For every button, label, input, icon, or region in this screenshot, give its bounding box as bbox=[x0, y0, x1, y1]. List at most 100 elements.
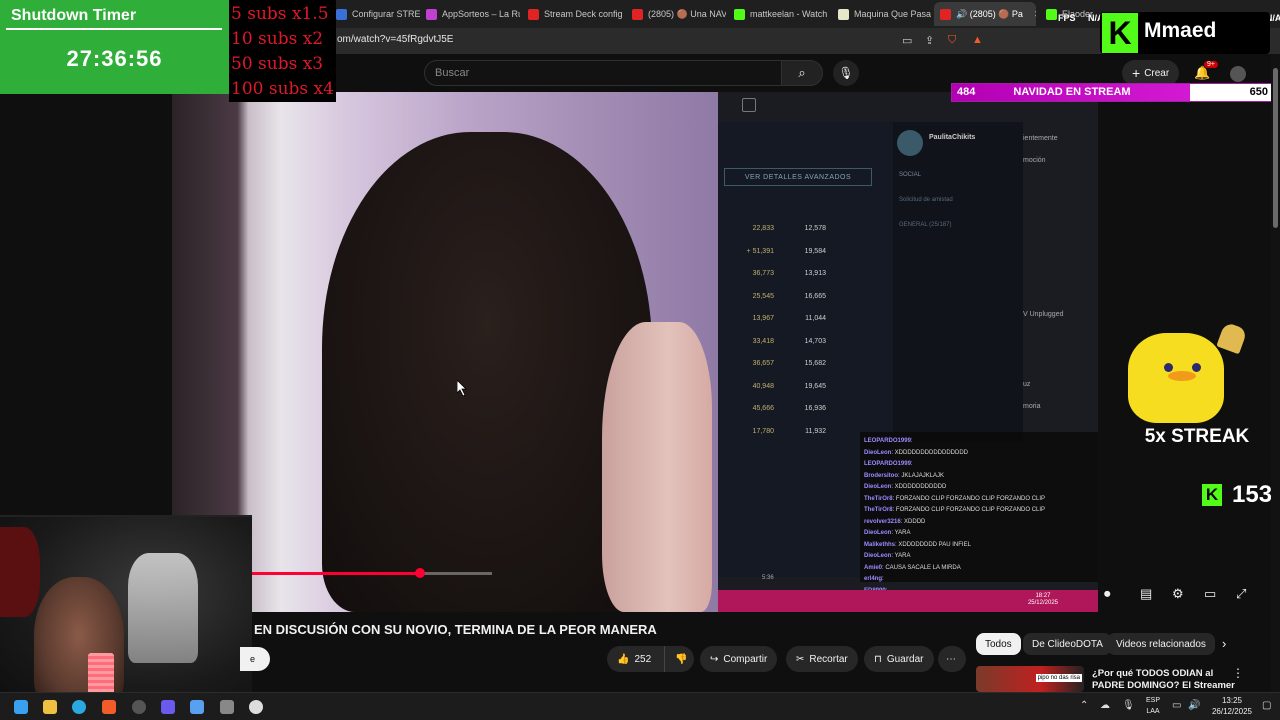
friends-panel: PaulitaChikits SOCIAL Solicitud de amist… bbox=[893, 122, 1023, 442]
browser-tab[interactable]: Stream Deck config bbox=[522, 2, 622, 26]
telegram-icon[interactable] bbox=[72, 700, 86, 714]
tab-favicon-icon bbox=[940, 8, 951, 20]
clip-button[interactable]: ✂ Recortar bbox=[786, 646, 858, 672]
search-input[interactable]: Buscar bbox=[424, 60, 782, 86]
chat-text: : FORZANDO CLIP FORZANDO CLIP FORZANDO C… bbox=[892, 495, 1046, 502]
more-actions-button[interactable]: ⋯ bbox=[938, 646, 966, 672]
browser-tab[interactable]: Configurar STREAM bbox=[330, 2, 420, 26]
chat-username: TheTirOr8 bbox=[864, 495, 893, 502]
share-button[interactable]: ↪ Compartir bbox=[700, 646, 778, 672]
browser-tab[interactable]: mattkeelan - Watch bbox=[728, 2, 828, 26]
more-icon: ⋯ bbox=[946, 653, 956, 665]
share-page-icon[interactable]: ⇪ bbox=[925, 34, 934, 47]
kick-count-value: 153 bbox=[1232, 481, 1273, 508]
stat-value: 25,545 bbox=[752, 292, 774, 300]
browser-tab[interactable]: AppSorteos – La Ru bbox=[420, 2, 520, 26]
browser-tab[interactable]: Maquina Que Pasa bbox=[832, 2, 932, 26]
chat-username: TheTirOr8 bbox=[864, 507, 893, 513]
time-label: 5:36 bbox=[762, 575, 774, 581]
page-scrollbar[interactable] bbox=[1271, 54, 1280, 692]
video-player[interactable]: VER DETALLES AVANZADOS 22,833 + 51,391 36,… bbox=[172, 92, 1098, 612]
recommended-title: ¿Por qué TODOS ODIAN al PADRE DOMINGO? E… bbox=[1092, 668, 1235, 691]
install-app-icon[interactable]: ▭ bbox=[902, 34, 912, 47]
mic-tray-icon[interactable]: 🎙 bbox=[1122, 700, 1135, 711]
scrollbar-thumb[interactable] bbox=[1273, 68, 1278, 228]
app-icon[interactable] bbox=[220, 700, 234, 714]
timer-title: Shutdown Timer bbox=[11, 7, 137, 24]
recommended-video[interactable]: pipo no das risa ¿Por qué TODOS ODIAN al… bbox=[976, 662, 1266, 692]
fullscreen-icon[interactable]: ⤢ bbox=[1236, 586, 1246, 602]
like-button[interactable]: 👍 252 bbox=[607, 646, 665, 672]
stat-value: 12,578 bbox=[804, 225, 826, 232]
subscribe-button[interactable]: e bbox=[240, 647, 270, 671]
chat-message: DieoLeon: YARA bbox=[864, 528, 1094, 540]
progress-scrubber[interactable] bbox=[415, 568, 425, 578]
streak-label: 5x STREAK bbox=[1144, 426, 1250, 447]
chip-related[interactable]: Videos relacionados bbox=[1107, 633, 1215, 655]
inner-taskbar: 18:27 25/12/2025 bbox=[718, 590, 1098, 612]
file-explorer-icon[interactable] bbox=[43, 700, 57, 714]
search-button[interactable]: ⌕ bbox=[781, 60, 823, 86]
chat-message: Amie0: CAUSA SACALE LA MIRDA bbox=[864, 563, 1094, 575]
obs-icon[interactable] bbox=[132, 700, 146, 714]
network-icon[interactable]: ▭ bbox=[1172, 700, 1181, 711]
onedrive-icon[interactable]: ☁ bbox=[1100, 700, 1110, 711]
progress-fill bbox=[252, 572, 420, 575]
timer-divider bbox=[6, 28, 222, 30]
theater-mode-icon[interactable]: ▭ bbox=[1204, 586, 1216, 602]
notification-center-icon[interactable]: ▢ bbox=[1262, 700, 1271, 711]
brave-icon[interactable] bbox=[102, 700, 116, 714]
thumbnail-caption: pipo no das risa bbox=[1035, 674, 1082, 682]
stat-value: 14,703 bbox=[804, 337, 826, 345]
settings-gear-icon[interactable]: ⚙ bbox=[1172, 586, 1184, 602]
goal-title: NAVIDAD EN STREAM bbox=[1013, 86, 1131, 98]
chat-text: : XDDDDDDDDDDD bbox=[891, 484, 947, 490]
discord-icon[interactable] bbox=[161, 700, 175, 714]
start-icon[interactable] bbox=[14, 700, 28, 714]
voice-search-button[interactable]: 🎙 bbox=[833, 60, 859, 86]
subs-rule: 100 subs x4 bbox=[231, 79, 334, 99]
avatar[interactable] bbox=[1230, 66, 1246, 82]
chat-text: : bbox=[910, 461, 913, 467]
advanced-details-button: VER DETALLES AVANZADOS bbox=[724, 168, 872, 186]
chat-text: : XDDDDDDDD PAU INFIEL bbox=[895, 541, 971, 548]
side-label: moria bbox=[1023, 403, 1041, 410]
autoplay-toggle[interactable]: ⏺ bbox=[1104, 586, 1111, 602]
dislike-button[interactable]: 👎 bbox=[664, 646, 694, 672]
miniplayer-icon bbox=[742, 98, 756, 112]
stream-chat-overlay: LEOPARDO1999: DieoLeon: XDDDDDDDDDDDDDDDD… bbox=[860, 432, 1098, 605]
chip-channel[interactable]: De ClideoDOTA bbox=[1023, 633, 1112, 655]
stat-value: 36,773 bbox=[752, 270, 774, 277]
brave-shield-icon[interactable]: ⛉ bbox=[948, 34, 956, 47]
chat-message: Malikethhs: XDDDDDDDD PAU INFIEL bbox=[864, 540, 1094, 552]
brave-rewards-icon[interactable]: ▲ bbox=[972, 34, 983, 46]
save-button[interactable]: ⊓ Guardar bbox=[864, 646, 934, 672]
close-tab-icon[interactable]: ✕ bbox=[1034, 9, 1036, 20]
chat-message: LEOPARDO1999: bbox=[864, 459, 1094, 471]
subtitles-icon[interactable]: ▤ bbox=[1140, 586, 1152, 602]
chevron-right-icon[interactable]: › bbox=[1222, 636, 1226, 651]
chat-username: DieoLeon bbox=[864, 449, 892, 456]
app-icon[interactable] bbox=[190, 700, 204, 714]
language-indicator[interactable]: ESP LAA bbox=[1142, 695, 1164, 717]
url-field[interactable]: om/watch?v=45fRgdvtJ5E bbox=[337, 34, 453, 45]
stat-value: 11,044 bbox=[805, 315, 826, 322]
stat-value: 22,833 bbox=[752, 225, 774, 232]
tray-chevron-icon[interactable]: ⌃ bbox=[1080, 700, 1088, 711]
taskbar-clock[interactable]: 13:25 26/12/2025 bbox=[1204, 695, 1260, 717]
browser-tab[interactable]: (2805) 🟤 Una NAV bbox=[626, 2, 726, 26]
subs-multiplier-list: 5 subs x1.5 10 subs x2 50 subs x3 100 su… bbox=[229, 0, 336, 102]
chip-todos[interactable]: Todos bbox=[976, 633, 1021, 655]
chat-message: DieoLeon: XDDDDDDDDDDDDDDDD bbox=[864, 448, 1094, 460]
goal-target: 650 bbox=[1249, 86, 1268, 98]
stat-value: 19,645 bbox=[804, 382, 826, 390]
more-vert-icon[interactable]: ⋮ bbox=[1232, 666, 1244, 680]
chat-message: LEOPARDO1999: bbox=[864, 436, 1094, 448]
chat-message: erl4ng: bbox=[864, 574, 1094, 586]
progress-bar[interactable] bbox=[252, 568, 492, 578]
browser-tab-active[interactable]: 🔊 (2805) 🟤 Pa✕ bbox=[934, 2, 1036, 26]
stat-value: 17,780 bbox=[752, 427, 774, 435]
steam-icon[interactable] bbox=[249, 700, 263, 714]
volume-icon[interactable]: 🔊 bbox=[1188, 700, 1200, 711]
tab-favicon-icon bbox=[734, 8, 745, 20]
